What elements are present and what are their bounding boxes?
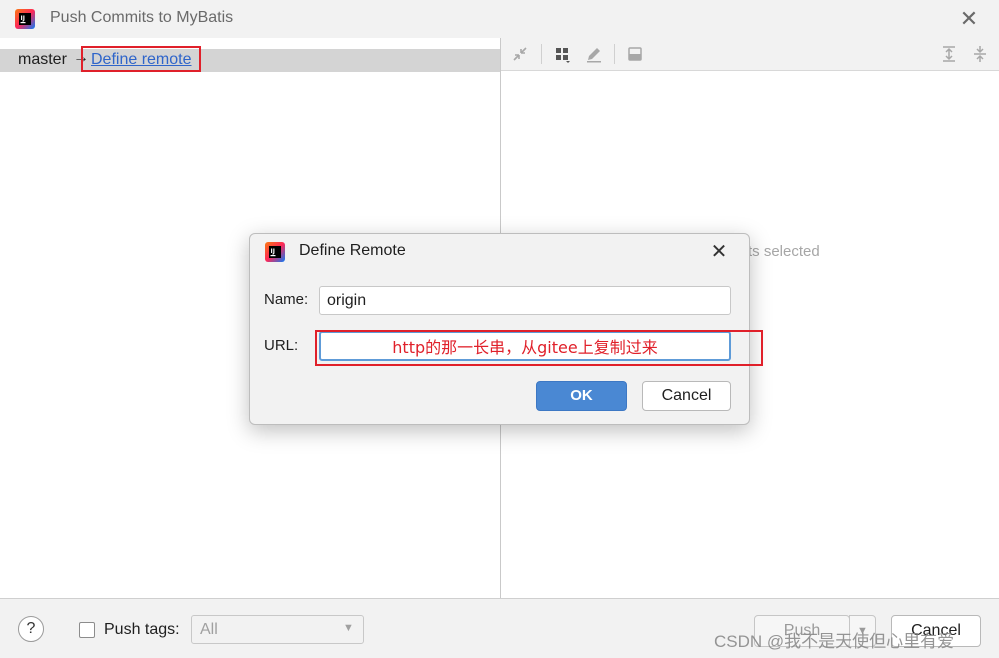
group-by-icon[interactable] [552, 44, 572, 64]
collapse-all-icon[interactable] [970, 44, 990, 64]
annotation-highlight-box [81, 46, 201, 72]
collapse-arrows-icon[interactable] [510, 44, 530, 64]
chevron-down-icon: ▼ [343, 622, 354, 634]
help-button[interactable]: ? [18, 616, 44, 642]
push-tags-checkbox[interactable] [79, 622, 95, 638]
preview-panel-icon[interactable] [625, 44, 645, 64]
no-commits-selected-text: ts selected [748, 243, 820, 260]
tags-select-value: All [200, 621, 218, 638]
window-title: Push Commits to MyBatis [50, 9, 234, 26]
close-window-icon[interactable]: ✕ [956, 6, 982, 32]
edit-icon[interactable] [584, 44, 604, 64]
svg-text:IJ: IJ [21, 15, 25, 22]
name-label: Name: [264, 291, 309, 308]
remote-url-input[interactable] [319, 331, 731, 361]
push-tags-label: Push tags: [104, 621, 180, 638]
close-icon[interactable]: ✕ [708, 241, 730, 263]
dialog-title: Define Remote [299, 242, 406, 259]
ok-button[interactable]: OK [536, 381, 627, 411]
remote-name-input[interactable] [319, 286, 731, 315]
details-toolbar [501, 38, 999, 71]
expand-all-icon[interactable] [939, 44, 959, 64]
intellij-idea-icon: IJ [14, 8, 36, 30]
url-label: URL: [264, 337, 299, 354]
watermark: CSDN @我不是天使但心里有爱 [714, 632, 955, 651]
branch-name: master [18, 51, 67, 68]
svg-text:IJ: IJ [271, 248, 275, 255]
toolbar-separator [541, 44, 542, 64]
dialog-cancel-button[interactable]: Cancel [642, 381, 731, 411]
intellij-idea-icon: IJ [264, 241, 286, 263]
toolbar-separator [614, 44, 615, 64]
